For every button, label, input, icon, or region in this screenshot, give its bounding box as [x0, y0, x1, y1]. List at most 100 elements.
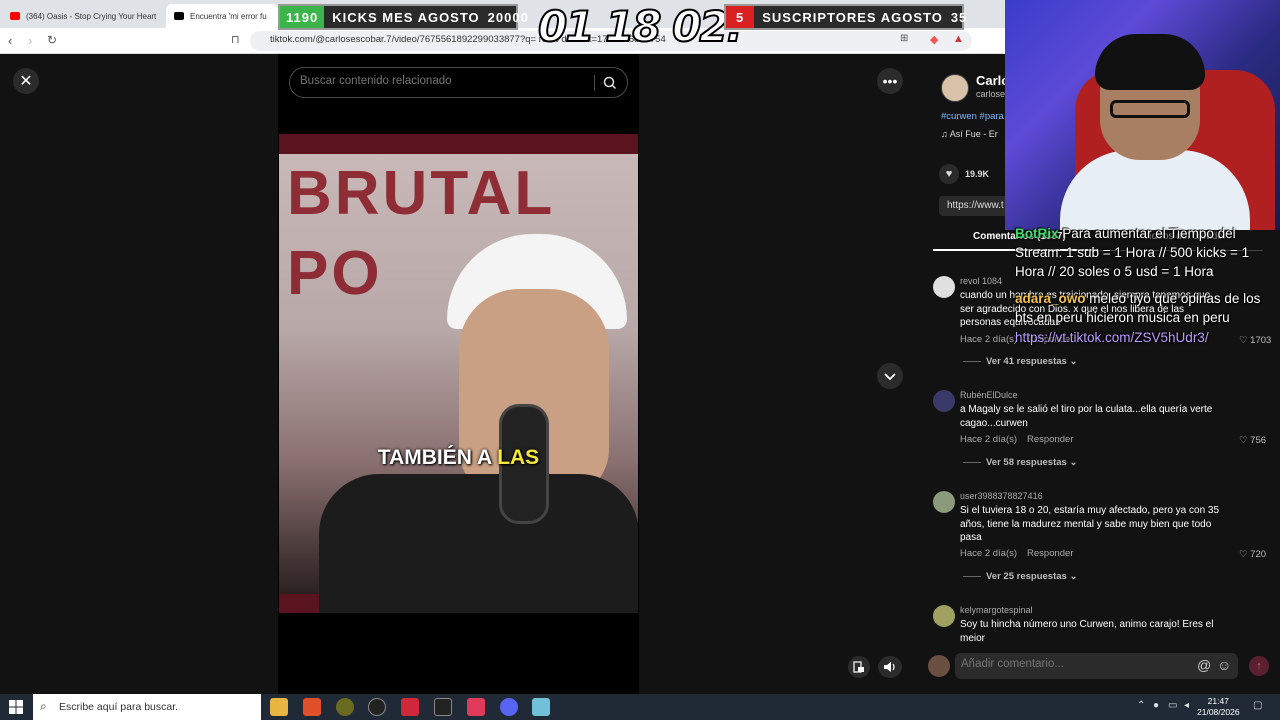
video-caption: TAMBIÉN A LAS: [377, 446, 540, 469]
brave-browser-icon[interactable]: [303, 698, 321, 716]
comment-text: Soy tu hincha número uno Curwen, animo c…: [960, 619, 1214, 641]
music-label[interactable]: ♫ Así Fue - Er: [941, 129, 998, 139]
chat-link[interactable]: https://vt.tiktok.com/ZSV5hUdr3/: [1015, 330, 1209, 345]
taskbar-search-text: Escribe aquí para buscar.: [59, 701, 179, 713]
author-handle[interactable]: carlose: [976, 89, 1005, 99]
comment-meta: Hace 2 día(s) Responder: [960, 434, 1074, 445]
search-divider: [594, 75, 595, 91]
taskbar-clock[interactable]: 21:47 21/08/2026: [1197, 696, 1240, 718]
forward-icon[interactable]: ›: [28, 33, 32, 48]
windows-taskbar: ⌕ Escribe aquí para buscar. ⌃ ● ▭ ◂ 21:4…: [0, 694, 1280, 720]
kicks-count: 1190: [280, 6, 325, 28]
discord-icon[interactable]: [500, 698, 518, 716]
like-row: ♥ 19.9K: [939, 164, 989, 184]
speaker-icon[interactable]: ◂: [1184, 700, 1189, 711]
comment-meta: Hace 2 día(s) Responder: [960, 548, 1074, 559]
commenter-avatar[interactable]: [933, 605, 955, 627]
subs-goal-bar: 5 SUSCRIPTORES AGOSTO 35: [724, 4, 966, 30]
notification-icon[interactable]: ▢: [1253, 700, 1262, 711]
kicks-goal-bar: 1190 KICKS MES AGOSTO 20000: [278, 4, 528, 30]
back-icon[interactable]: ‹: [8, 33, 12, 48]
chat-message: BotRix Para aumentar el Tiempo del Strea…: [1015, 224, 1275, 281]
view-replies-button[interactable]: Ver 58 respuestas ⌄: [963, 457, 1077, 468]
search-icon: ⌕: [40, 699, 47, 713]
search-icon[interactable]: [602, 75, 618, 91]
brave-shield-icon[interactable]: ◆: [930, 33, 938, 46]
subs-goal: 35: [950, 9, 968, 25]
notepad-icon[interactable]: [532, 698, 550, 716]
comment-likes[interactable]: ♡ 756: [1239, 435, 1266, 446]
kicks-label: KICKS MES AGOSTO: [332, 9, 480, 25]
commenter-avatar[interactable]: [933, 276, 955, 298]
browser-tab-tiktok[interactable]: Encuentra 'mi error fu: [166, 4, 278, 28]
mention-icon[interactable]: @: [1197, 657, 1211, 673]
subs-label: SUSCRIPTORES AGOSTO: [762, 9, 943, 25]
network-icon[interactable]: ▭: [1168, 700, 1177, 711]
tab-title: Encuentra 'mi error fu: [190, 11, 267, 21]
more-options-button[interactable]: •••: [877, 68, 903, 94]
comment-text: Si el tuviera 18 o 20, estaría muy afect…: [960, 505, 1220, 543]
commenter-avatar[interactable]: [933, 390, 955, 412]
commenter-name[interactable]: revol 1084: [960, 276, 1002, 286]
subs-count: 5: [726, 6, 755, 28]
kicks-goal: 20000: [487, 9, 529, 25]
picture-in-picture-button[interactable]: [848, 656, 870, 678]
app-icon[interactable]: [467, 698, 485, 716]
bookmark-icon[interactable]: ⊓: [231, 33, 240, 46]
commenter-avatar[interactable]: [933, 491, 955, 513]
reload-icon[interactable]: ↻: [47, 33, 57, 47]
chevron-up-icon[interactable]: ⌃: [1137, 700, 1145, 711]
commenter-name[interactable]: user3988378827416: [960, 491, 1043, 501]
close-icon: ✕: [19, 73, 33, 90]
commenter-name[interactable]: kelymargotespinal: [960, 605, 1033, 615]
video-hashtags[interactable]: #curwen #para: [941, 111, 1004, 122]
streamer-glasses: [1110, 100, 1190, 118]
taskbar-search[interactable]: ⌕ Escribe aquí para buscar.: [33, 694, 261, 720]
address-bar-row: ‹ › ↻ ⊓ tiktok.com/@carlosescobar.7/vide…: [0, 28, 1005, 54]
add-comment-box[interactable]: @ ☺: [955, 653, 1238, 679]
volume-icon: [884, 662, 895, 672]
file-explorer-icon[interactable]: [270, 698, 288, 716]
clock-date: 21/08/2026: [1197, 707, 1240, 717]
chat-username: adara_owo: [1015, 291, 1086, 306]
arrow-up-icon: ↑: [1256, 660, 1262, 672]
chat-message: https://vt.tiktok.com/ZSV5hUdr3/: [1015, 328, 1275, 347]
my-avatar: [928, 655, 950, 677]
browser-tab-youtube[interactable]: (364) Oasis - Stop Crying Your Heart: [2, 4, 162, 28]
app-icon[interactable]: [336, 698, 354, 716]
search-input[interactable]: [300, 75, 590, 87]
send-comment-button[interactable]: ↑: [1249, 656, 1269, 676]
chat-username: BotRix: [1015, 226, 1059, 241]
next-video-button[interactable]: [877, 363, 903, 389]
comment-likes[interactable]: ♡ 720: [1239, 549, 1266, 560]
view-replies-button[interactable]: Ver 41 respuestas ⌄: [963, 356, 1077, 367]
windows-start-icon[interactable]: [9, 700, 23, 714]
comment-item: kelymargotespinal Soy tu hincha número u…: [933, 605, 1273, 641]
microphone-icon[interactable]: ●: [1153, 700, 1159, 711]
epic-games-icon[interactable]: [434, 698, 452, 716]
video-player[interactable]: BRUTAL PO TAMBIÉN A LAS: [279, 134, 638, 613]
add-comment-input[interactable]: [961, 658, 1181, 670]
view-replies-button[interactable]: Ver 25 respuestas ⌄: [963, 571, 1077, 582]
tab-title: (364) Oasis - Stop Crying Your Heart: [26, 11, 157, 21]
related-search-box[interactable]: [289, 67, 628, 98]
commenter-name[interactable]: RubénElDulce: [960, 390, 1018, 400]
stream-timer: 01 18 02.: [537, 1, 744, 52]
volume-button[interactable]: [878, 656, 902, 678]
like-count: 19.9K: [965, 169, 990, 179]
emoji-icon[interactable]: ☺: [1217, 657, 1231, 673]
clock-time: 21:47: [1207, 696, 1229, 706]
comment-text: a Magaly se le salió el tiro por la cula…: [960, 404, 1213, 429]
heart-icon: ♥: [945, 168, 953, 180]
obs-icon[interactable]: [368, 698, 386, 716]
app-icon[interactable]: [401, 698, 419, 716]
speaker-shirt: [319, 474, 638, 613]
author-avatar[interactable]: [941, 74, 969, 102]
like-button[interactable]: ♥: [939, 164, 959, 184]
close-button[interactable]: ✕: [13, 68, 39, 94]
reply-button[interactable]: Responder: [1027, 434, 1073, 445]
tiktok-icon: [174, 12, 184, 20]
translate-icon[interactable]: ⊞: [900, 33, 908, 44]
brave-rewards-icon[interactable]: ▲: [953, 33, 964, 45]
reply-button[interactable]: Responder: [1027, 548, 1073, 559]
